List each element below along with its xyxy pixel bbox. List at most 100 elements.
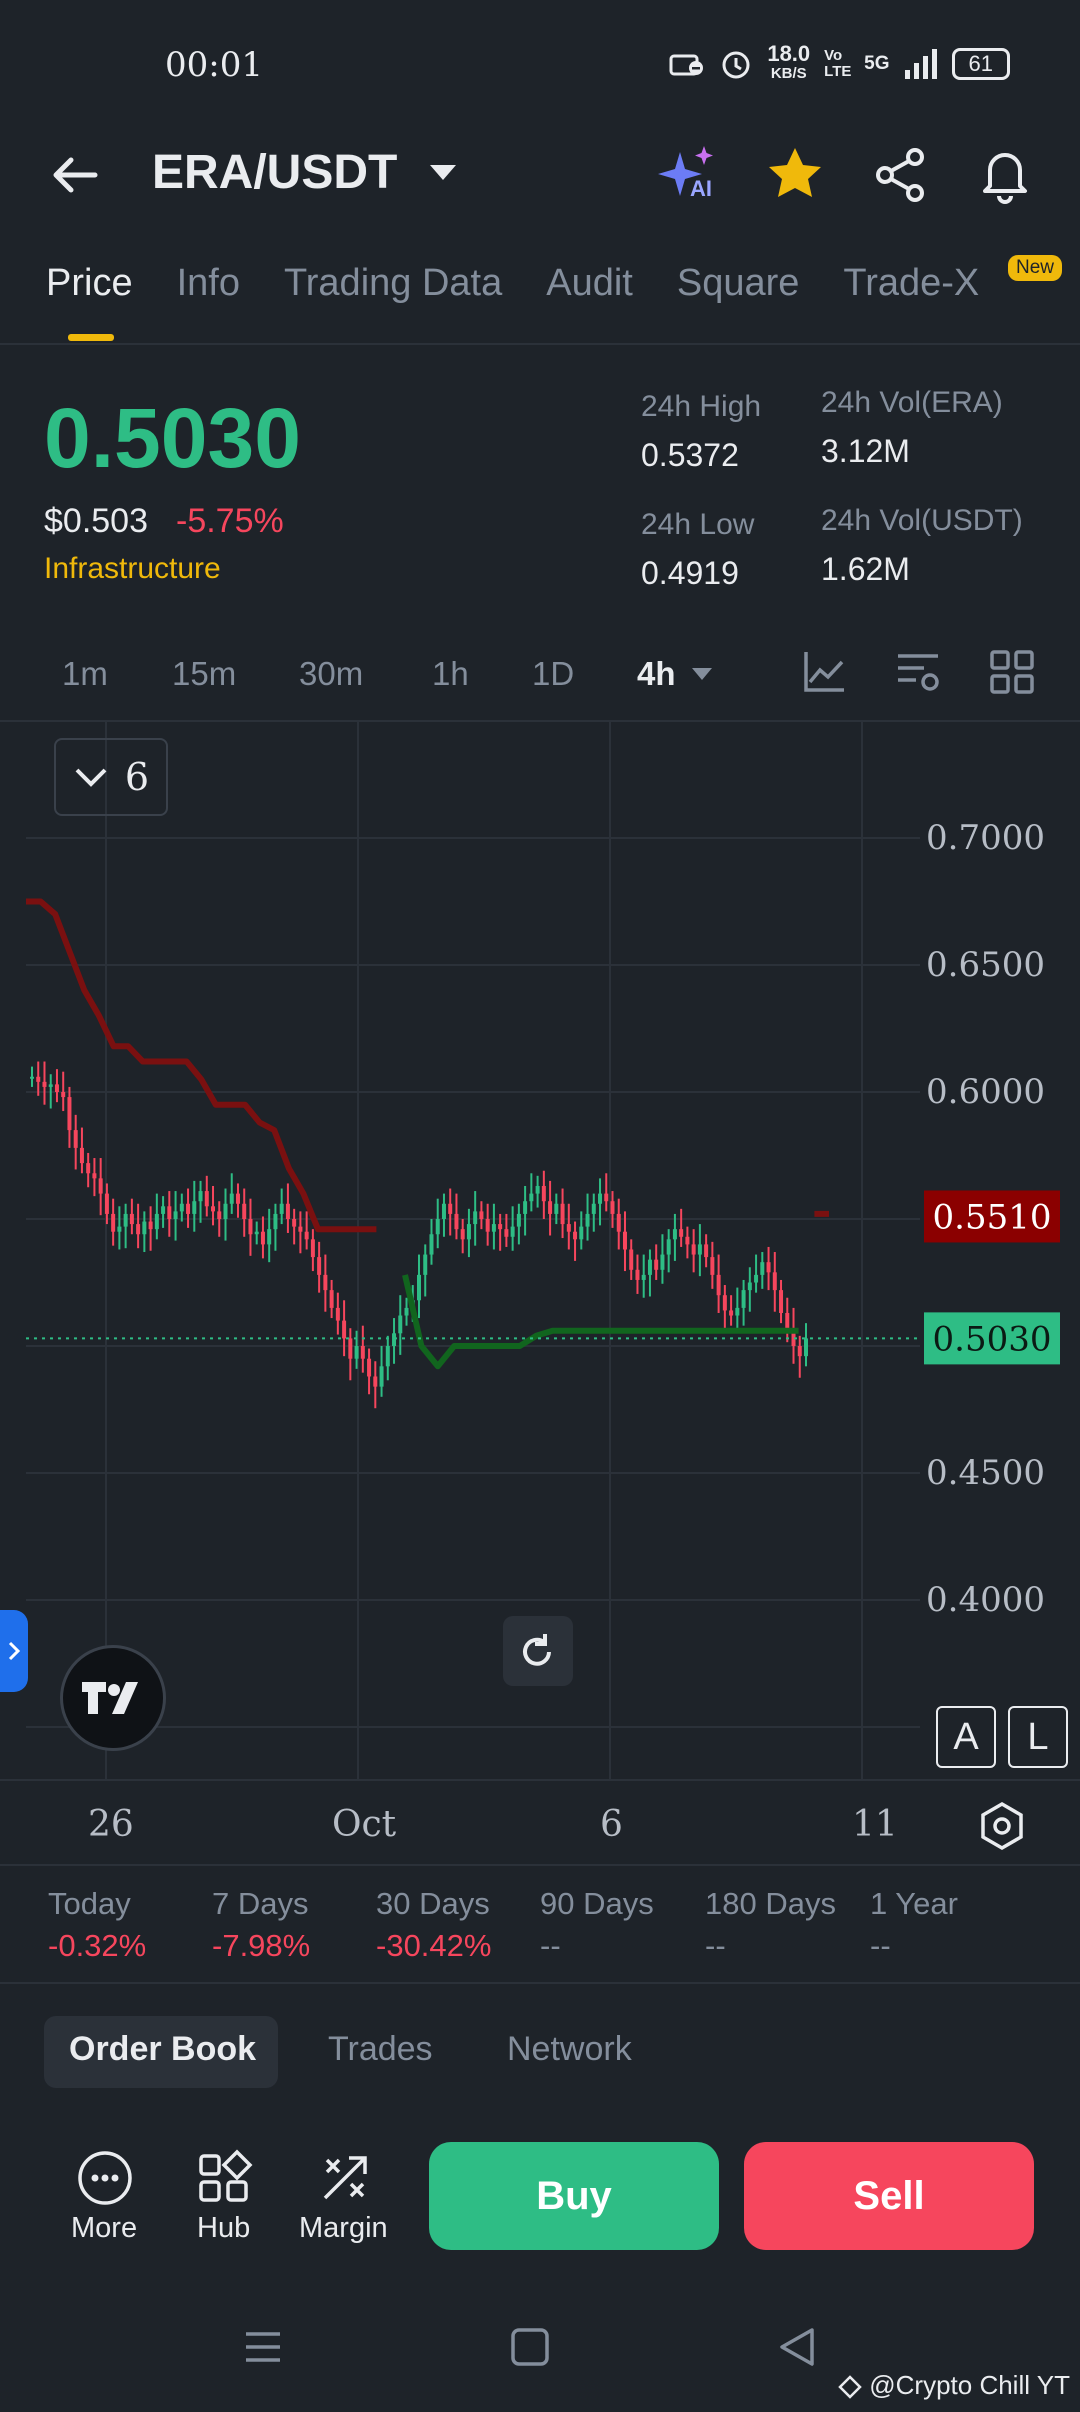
log-scale-button[interactable]: L [1008,1706,1068,1768]
candle-body [30,1076,34,1079]
candle-body [435,1219,440,1235]
candle-body [323,1274,328,1291]
candle-body [223,1203,228,1219]
candle-body [573,1231,578,1240]
candle-body [104,1193,109,1214]
timeframe-1d[interactable]: 1D [532,655,574,693]
candle-body [579,1226,584,1240]
tab-square[interactable]: Square [677,262,800,305]
candle-body [672,1229,677,1240]
timeframe-1h[interactable]: 1h [432,655,469,693]
perf-label: 30 Days [376,1886,490,1921]
notification-bell-icon[interactable] [972,142,1038,208]
home-icon[interactable] [505,2322,555,2372]
candle-body [317,1257,322,1275]
reset-chart-button[interactable] [503,1616,573,1686]
perf-bottom-divider [0,1982,1080,1984]
category-tag[interactable]: Infrastructure [44,552,221,586]
candle-body [598,1193,603,1204]
margin-label[interactable]: Margin [299,2212,388,2245]
timeframe-4h[interactable]: 4h [637,655,676,693]
volte-indicator: Vo LTE [824,47,852,80]
fiat-price: $0.503 [44,502,148,540]
candle-body [273,1213,278,1230]
tab-info[interactable]: Info [177,262,240,305]
candle-body [98,1178,103,1194]
battery-indicator: 61 [951,48,1010,80]
perf-value: -30.42% [376,1928,492,1963]
low-label: 24h Low [641,508,755,541]
menu-icon[interactable] [238,2322,288,2372]
candle-body [186,1203,191,1214]
hub-label[interactable]: Hub [197,2212,250,2245]
candle-body [111,1213,116,1232]
candle-body [660,1254,665,1270]
y-tick-label: 0.6000 [926,1072,1045,1112]
indicator-chart-icon[interactable] [800,648,848,696]
y-tick-label: 0.6500 [926,945,1045,985]
perf-value: -7.98% [212,1928,311,1963]
candle-body [367,1358,372,1377]
x-tick-label: 26 [88,1804,134,1845]
candle-body [722,1295,727,1311]
candle-body [173,1211,178,1219]
candle-body [804,1338,808,1357]
status-icons: 18.0 KB/S Vo LTE 5G 61 [669,43,1010,84]
candle-body [485,1219,490,1232]
tab-audit[interactable]: Audit [546,262,633,305]
tab-network[interactable]: Network [507,2030,632,2069]
tab-trading-data[interactable]: Trading Data [284,262,502,305]
candle-body [622,1231,627,1250]
y-tick-label: 0.4000 [926,1580,1045,1620]
tab-trade-x[interactable]: Trade-X [843,262,979,305]
candle-body [192,1201,197,1214]
tab-order-book[interactable]: Order Book [69,2030,256,2069]
signal-icon [904,49,937,79]
timeframe-30m[interactable]: 30m [299,655,363,693]
pair-dropdown-icon[interactable] [430,165,456,180]
tab-trades[interactable]: Trades [328,2030,433,2069]
back-arrow-icon[interactable] [45,145,105,205]
candle-body [329,1290,334,1308]
candle-body [473,1211,478,1225]
candle-body [417,1274,421,1301]
buy-button[interactable]: Buy [429,2142,719,2250]
more-icon[interactable] [75,2148,135,2208]
sell-button[interactable]: Sell [744,2142,1034,2250]
tab-price[interactable]: Price [46,262,133,305]
timeframe-15m[interactable]: 15m [172,655,236,693]
share-icon[interactable] [868,142,934,208]
timeframe-dropdown-icon[interactable] [692,668,712,680]
trading-pair-title[interactable]: ERA/USDT [152,145,397,200]
chart-settings-hex-icon[interactable] [976,1800,1028,1852]
timeframe-1m[interactable]: 1m [62,655,108,693]
margin-icon[interactable] [315,2148,375,2208]
candle-body [479,1211,484,1219]
candle-body [535,1185,540,1194]
candle-body [167,1206,172,1219]
more-label[interactable]: More [71,2212,137,2245]
ai-sparkle-icon[interactable]: AI [656,142,722,208]
candle-body [635,1269,640,1280]
candle-body [254,1231,259,1235]
tradingview-icon [82,1682,138,1714]
favorite-star-icon[interactable] [762,142,828,208]
high-label: 24h High [641,390,762,423]
hub-icon[interactable] [195,2148,255,2208]
side-drawer-handle[interactable] [0,1610,28,1692]
layout-grid-icon[interactable] [988,648,1036,696]
candle-body [772,1272,777,1291]
chart-settings-icon[interactable] [894,648,942,696]
indicator-toggle[interactable]: 6 [54,738,168,816]
candle-body [198,1191,203,1202]
candle-body [342,1320,347,1339]
auto-scale-button[interactable]: A [936,1706,996,1768]
alarm-icon [722,51,750,79]
candle-body [67,1097,72,1131]
perf-value: -- [870,1928,891,1963]
resistance-line [26,898,829,1233]
candle-body [498,1224,503,1230]
back-nav-icon[interactable] [772,2322,822,2372]
candle-body [42,1081,47,1087]
candle-body [610,1201,615,1214]
